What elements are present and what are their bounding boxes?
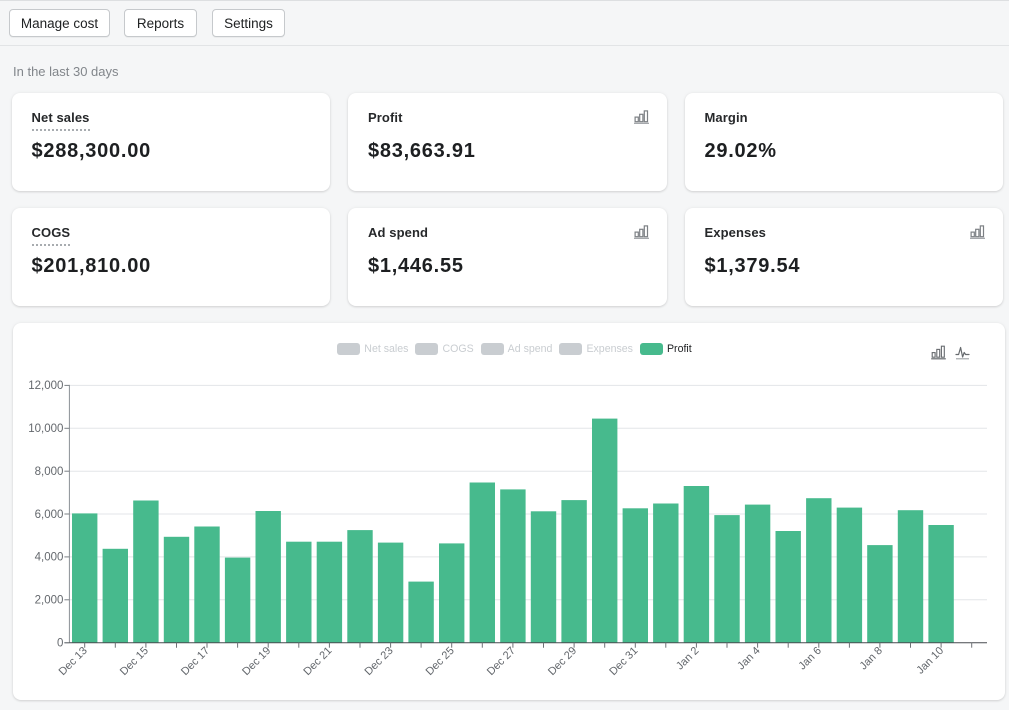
svg-text:Dec 17: Dec 17	[179, 645, 212, 678]
svg-text:Dec 13: Dec 13	[57, 645, 90, 678]
svg-text:Jan 8: Jan 8	[857, 645, 885, 673]
svg-text:Jan 4: Jan 4	[735, 645, 763, 673]
svg-text:Dec 23: Dec 23	[363, 645, 396, 678]
svg-text:Jan 2: Jan 2	[674, 645, 702, 673]
svg-text:12,000: 12,000	[28, 380, 63, 392]
svg-text:Dec 21: Dec 21	[301, 645, 334, 678]
svg-text:Dec 29: Dec 29	[546, 645, 579, 678]
svg-text:Jan 6: Jan 6	[796, 645, 824, 673]
svg-text:4,000: 4,000	[35, 552, 64, 564]
svg-text:Dec 31: Dec 31	[607, 645, 640, 678]
svg-text:0: 0	[57, 638, 63, 650]
svg-text:Dec 25: Dec 25	[424, 645, 457, 678]
svg-text:Dec 27: Dec 27	[485, 645, 518, 678]
svg-text:8,000: 8,000	[35, 466, 64, 478]
svg-text:6,000: 6,000	[35, 509, 64, 521]
svg-text:Dec 15: Dec 15	[118, 645, 151, 678]
svg-text:Dec 19: Dec 19	[240, 645, 273, 678]
svg-text:2,000: 2,000	[35, 595, 64, 607]
svg-text:Jan 10: Jan 10	[914, 645, 946, 677]
svg-text:10,000: 10,000	[28, 423, 63, 435]
